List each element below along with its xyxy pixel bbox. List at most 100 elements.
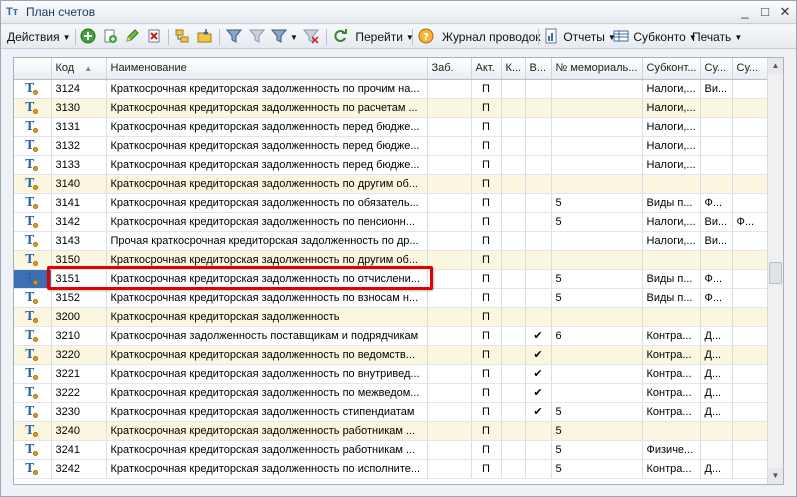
table-row[interactable]: T 3124 Краткосрочная кредиторская задолжен… <box>14 79 769 99</box>
cell-subconto-2: Д... <box>700 345 733 365</box>
table-row[interactable]: T 3133 Краткосрочная кредиторская задолжен… <box>14 155 769 175</box>
cell-subconto-3 <box>732 440 769 460</box>
cell-subconto-1: Налоги,... <box>642 98 701 118</box>
table-row[interactable]: T 3222 Краткосрочная кредиторская задолжен… <box>14 383 769 403</box>
accounts-table: Код ▲ Наименование Заб. Акт. К... В... № … <box>14 58 769 479</box>
table-row[interactable]: T 3140 Краткосрочная кредиторская задолжен… <box>14 174 769 194</box>
column-header-active[interactable]: Акт. <box>471 58 502 80</box>
column-header-off-balance[interactable]: Заб. <box>427 58 472 80</box>
table-row[interactable]: T 3143 Прочая краткосрочная кредиторская з… <box>14 231 769 251</box>
filter-button[interactable] <box>226 28 242 46</box>
table-row[interactable]: T 3152 Краткосрочная кредиторская задолжен… <box>14 288 769 308</box>
table-row[interactable]: T 3210 Краткосрочная задолженность поставщ… <box>14 326 769 346</box>
column-header-code[interactable]: Код ▲ <box>51 58 107 80</box>
cell-off-balance <box>427 421 472 441</box>
cell-subconto-1: Контра... <box>642 326 701 346</box>
account-icon: T <box>24 195 40 210</box>
cell-code: 3222 <box>51 383 107 403</box>
cell-active: П <box>471 98 502 118</box>
minimize-button[interactable]: _ <box>737 5 753 20</box>
table-row[interactable]: T 3131 Краткосрочная кредиторская задолжен… <box>14 117 769 137</box>
cell-subconto-3: Ф... <box>732 212 769 232</box>
table-row[interactable]: T 3220 Краткосрочная кредиторская задолжен… <box>14 345 769 365</box>
column-header-subconto-3[interactable]: Су... <box>732 58 769 80</box>
print-menu[interactable]: Печать ▼ <box>692 28 742 46</box>
column-header-subconto-2[interactable]: Су... <box>700 58 733 80</box>
filter-history-button[interactable]: ▼ <box>271 28 298 46</box>
cell-active: П <box>471 402 502 422</box>
row-type-cell: T <box>14 231 52 251</box>
account-icon: T <box>24 328 40 343</box>
table-row[interactable]: T 3150 Краткосрочная кредиторская задолжен… <box>14 250 769 270</box>
row-type-cell: T <box>14 345 52 365</box>
cell-currency <box>525 231 552 251</box>
table-row[interactable]: T 3130 Краткосрочная кредиторская задолжен… <box>14 98 769 118</box>
separator <box>326 29 327 45</box>
cell-quantity <box>501 288 526 308</box>
table-icon <box>613 30 629 42</box>
cell-subconto-1 <box>642 421 701 441</box>
table-row[interactable]: T 3241 Краткосрочная кредиторская задолжен… <box>14 440 769 460</box>
scroll-up-icon[interactable]: ▲ <box>768 58 783 74</box>
hierarchy-button[interactable] <box>174 28 190 46</box>
goto-menu[interactable]: Перейти ▼ <box>332 28 414 46</box>
cell-name: Краткосрочная кредиторская задолженность… <box>106 212 428 232</box>
cell-subconto-1: Контра... <box>642 383 701 403</box>
cell-subconto-2 <box>700 98 733 118</box>
table-row[interactable]: T 3141 Краткосрочная кредиторская задолжен… <box>14 193 769 213</box>
column-header-quantity[interactable]: К... <box>501 58 526 80</box>
account-icon: T <box>24 252 40 267</box>
vertical-scrollbar[interactable]: ▲ ▼ <box>767 58 783 484</box>
column-header-icon[interactable] <box>14 58 52 80</box>
copy-button[interactable] <box>102 28 118 46</box>
cell-subconto-3 <box>732 459 769 479</box>
account-icon: T <box>24 461 40 476</box>
column-header-currency[interactable]: В... <box>525 58 552 80</box>
scroll-thumb[interactable] <box>769 262 782 284</box>
cell-name: Краткосрочная кредиторская задолженность… <box>106 250 428 270</box>
cell-subconto-3 <box>732 98 769 118</box>
delete-button[interactable] <box>146 28 162 46</box>
column-header-memo-number[interactable]: № мемориаль... <box>551 58 643 80</box>
subconto-menu[interactable]: Субконто ▼ <box>613 28 697 46</box>
cell-subconto-3 <box>732 288 769 308</box>
add-button[interactable] <box>80 28 96 46</box>
column-header-name[interactable]: Наименование <box>106 58 428 80</box>
cell-code: 3210 <box>51 326 107 346</box>
table-row[interactable]: T 3132 Краткосрочная кредиторская задолжен… <box>14 136 769 156</box>
actions-menu[interactable]: Действия ▼ <box>7 28 71 46</box>
table-row[interactable]: T 3142 Краткосрочная кредиторская задолжен… <box>14 212 769 232</box>
delete-icon <box>148 29 160 43</box>
table-row[interactable]: T 3221 Краткосрочная кредиторская задолжен… <box>14 364 769 384</box>
clear-filter-button[interactable] <box>303 28 319 46</box>
scroll-down-icon[interactable]: ▼ <box>768 468 783 484</box>
cell-subconto-1: Налоги,... <box>642 117 701 137</box>
table-row[interactable]: T 3240 Краткосрочная кредиторская задолжен… <box>14 421 769 441</box>
cell-name: Краткосрочная кредиторская задолженность… <box>106 459 428 479</box>
reports-menu[interactable]: Отчеты ▼ <box>543 28 616 46</box>
table-row[interactable]: T 3242 Краткосрочная кредиторская задолжен… <box>14 459 769 479</box>
cell-subconto-2: Ф... <box>700 193 733 213</box>
cell-name: Краткосрочная кредиторская задолженность… <box>106 79 428 99</box>
edit-button[interactable] <box>124 28 140 46</box>
cell-quantity <box>501 459 526 479</box>
table-row[interactable]: T 3230 Краткосрочная кредиторская задолжен… <box>14 402 769 422</box>
cell-code: 3132 <box>51 136 107 156</box>
journal-button[interactable]: Журнал проводок <box>442 28 541 46</box>
cell-off-balance <box>427 459 472 479</box>
help-button[interactable]: ? <box>418 28 434 46</box>
filter-by-value-button[interactable] <box>249 28 265 46</box>
close-button[interactable]: ✕ <box>777 5 793 20</box>
cell-subconto-3 <box>732 79 769 99</box>
column-header-subconto-1[interactable]: Субконт... <box>642 58 701 80</box>
move-to-group-button[interactable] <box>197 28 213 46</box>
cell-subconto-2: Ф... <box>700 288 733 308</box>
row-type-cell: T <box>14 117 52 137</box>
maximize-button[interactable]: □ <box>757 5 773 20</box>
table-row[interactable]: T 3200 Краткосрочная кредиторская задолжен… <box>14 307 769 327</box>
cell-name: Краткосрочная кредиторская задолженность… <box>106 155 428 175</box>
cell-code: 3242 <box>51 459 107 479</box>
table-row[interactable]: T 3151 Краткосрочная кредиторская задолжен… <box>14 269 769 289</box>
cell-memo-number <box>551 155 643 175</box>
account-icon: T <box>24 100 40 115</box>
